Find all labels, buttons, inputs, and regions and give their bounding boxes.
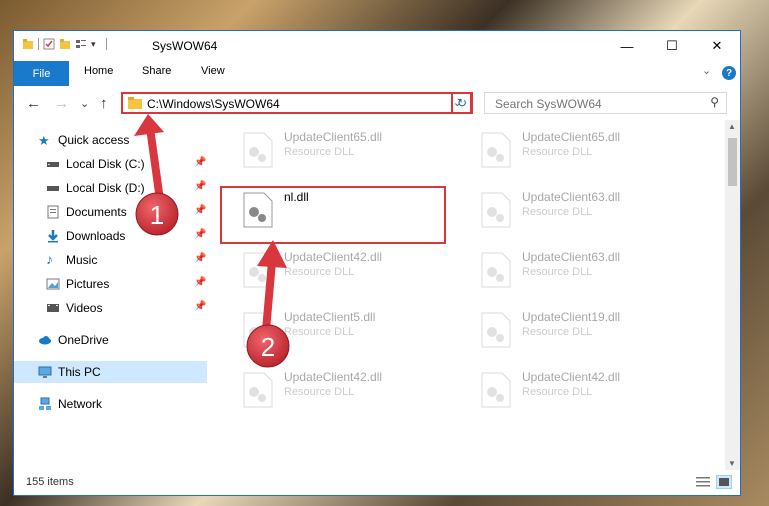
back-button[interactable]: ← (26, 95, 41, 112)
dll-file-icon (481, 252, 511, 288)
videos-icon (47, 304, 59, 312)
quick-access-toolbar: ▾ (22, 38, 107, 50)
scrollbar-thumb[interactable] (728, 138, 737, 186)
chevron-down-icon[interactable]: ▾ (91, 39, 96, 50)
file-item[interactable]: UpdateClient42.dll Resource DLL (234, 248, 454, 292)
sidebar-item-documents[interactable]: Documents 📌 (14, 201, 207, 223)
highlight-box (220, 186, 446, 244)
status-bar: 155 items (14, 470, 740, 495)
up-button[interactable]: ↑ (100, 95, 108, 112)
file-item[interactable]: UpdateClient19.dll Resource DLL (472, 308, 692, 352)
address-path[interactable]: C:\Windows\SysWOW64 (147, 97, 280, 111)
sidebar-item-quick-access[interactable]: ★ Quick access (14, 129, 207, 151)
minimize-button[interactable]: — (604, 31, 650, 61)
scroll-up-icon[interactable]: ▲ (728, 122, 736, 131)
close-button[interactable]: ✕ (694, 31, 740, 61)
forward-button[interactable]: → (54, 95, 69, 112)
pin-icon[interactable]: 📌 (194, 229, 206, 240)
properties-icon[interactable] (43, 38, 55, 50)
network-icon (39, 397, 51, 410)
title-bar: ▾ SysWOW64 — ☐ ✕ (14, 31, 740, 61)
help-icon[interactable]: ? (722, 66, 736, 80)
drive-icon (47, 186, 59, 191)
search-input[interactable] (493, 96, 707, 112)
large-icons-view-icon[interactable] (716, 475, 732, 489)
tab-share[interactable]: Share (142, 65, 171, 77)
pin-icon[interactable]: 📌 (194, 301, 206, 312)
pin-icon[interactable]: 📌 (194, 181, 206, 192)
dll-file-icon (243, 252, 273, 288)
file-list: UpdateClient65.dll Resource DLL nl.dll U… (210, 120, 721, 470)
drive-icon (47, 162, 59, 167)
file-item[interactable]: UpdateClient5.dll Resource DLL (234, 308, 454, 352)
file-item[interactable]: UpdateClient65.dll Resource DLL (472, 128, 692, 172)
new-folder-icon[interactable] (59, 38, 71, 50)
address-bar[interactable]: C:\Windows\SysWOW64 ⌄ (121, 92, 472, 114)
dll-file-icon (243, 372, 273, 408)
sidebar-item-local-disk-c[interactable]: Local Disk (C:) 📌 (14, 153, 207, 175)
dll-file-icon (481, 372, 511, 408)
music-icon: ♪ (46, 251, 53, 267)
search-box[interactable]: ⚲ (484, 92, 727, 114)
ribbon-expand-icon[interactable]: ⌄ (702, 64, 711, 77)
dll-file-icon (481, 132, 511, 168)
window-title: SysWOW64 (152, 39, 218, 53)
file-item[interactable]: UpdateClient42.dll Resource DLL (472, 368, 692, 412)
pin-icon[interactable]: 📌 (194, 205, 206, 216)
dll-file-icon (481, 192, 511, 228)
tab-view[interactable]: View (201, 65, 225, 77)
sidebar-item-music[interactable]: ♪ Music 📌 (14, 249, 207, 271)
vertical-scrollbar[interactable]: ▲ ▼ (725, 120, 740, 470)
sidebar-item-downloads[interactable]: Downloads 📌 (14, 225, 207, 247)
documents-icon (47, 205, 59, 219)
pin-icon[interactable]: 📌 (194, 277, 206, 288)
folder-icon[interactable] (22, 38, 34, 50)
pin-icon[interactable]: 📌 (194, 157, 206, 168)
dll-file-icon (243, 132, 273, 168)
sidebar-item-pictures[interactable]: Pictures 📌 (14, 273, 207, 295)
sidebar-item-onedrive[interactable]: OneDrive (14, 329, 207, 351)
dll-file-icon (243, 312, 273, 348)
star-icon: ★ (38, 133, 50, 148)
item-count: 155 items (26, 476, 74, 488)
download-icon (48, 230, 58, 243)
cloud-icon (39, 336, 51, 345)
file-item[interactable]: UpdateClient63.dll Resource DLL (472, 248, 692, 292)
navigation-pane: ★ Quick access Local Disk (C:) 📌 Local D… (14, 120, 207, 470)
file-item[interactable]: UpdateClient65.dll Resource DLL (234, 128, 454, 172)
maximize-button[interactable]: ☐ (649, 31, 695, 61)
sidebar-item-local-disk-d[interactable]: Local Disk (D:) 📌 (14, 177, 207, 199)
pictures-icon (46, 278, 60, 290)
refresh-button[interactable]: ↻ (451, 92, 473, 114)
search-icon[interactable]: ⚲ (710, 95, 719, 109)
explorer-window: ▾ SysWOW64 — ☐ ✕ File Home Share View ⌄ … (13, 30, 741, 496)
details-view-icon[interactable] (696, 476, 710, 488)
tab-home[interactable]: Home (84, 65, 113, 77)
tab-file[interactable]: File (14, 61, 69, 86)
sidebar-item-network[interactable]: Network (14, 393, 207, 415)
folder-icon (128, 97, 142, 109)
computer-icon (38, 366, 52, 378)
file-item[interactable]: UpdateClient63.dll Resource DLL (472, 188, 692, 232)
pin-icon[interactable]: 📌 (194, 253, 206, 264)
view-options-icon[interactable] (75, 38, 87, 50)
file-item[interactable]: UpdateClient42.dll Resource DLL (234, 368, 454, 412)
scroll-down-icon[interactable]: ▼ (728, 459, 736, 468)
recent-locations-button[interactable]: ⌄ (80, 97, 89, 110)
sidebar-item-this-pc[interactable]: This PC (14, 361, 207, 383)
ribbon: File Home Share View ⌄ ? (14, 61, 740, 87)
sidebar-item-videos[interactable]: Videos 📌 (14, 297, 207, 319)
navigation-bar: ← → ⌄ ↑ C:\Windows\SysWOW64 ⌄ ↻ ⚲ (14, 86, 740, 120)
dll-file-icon (481, 312, 511, 348)
